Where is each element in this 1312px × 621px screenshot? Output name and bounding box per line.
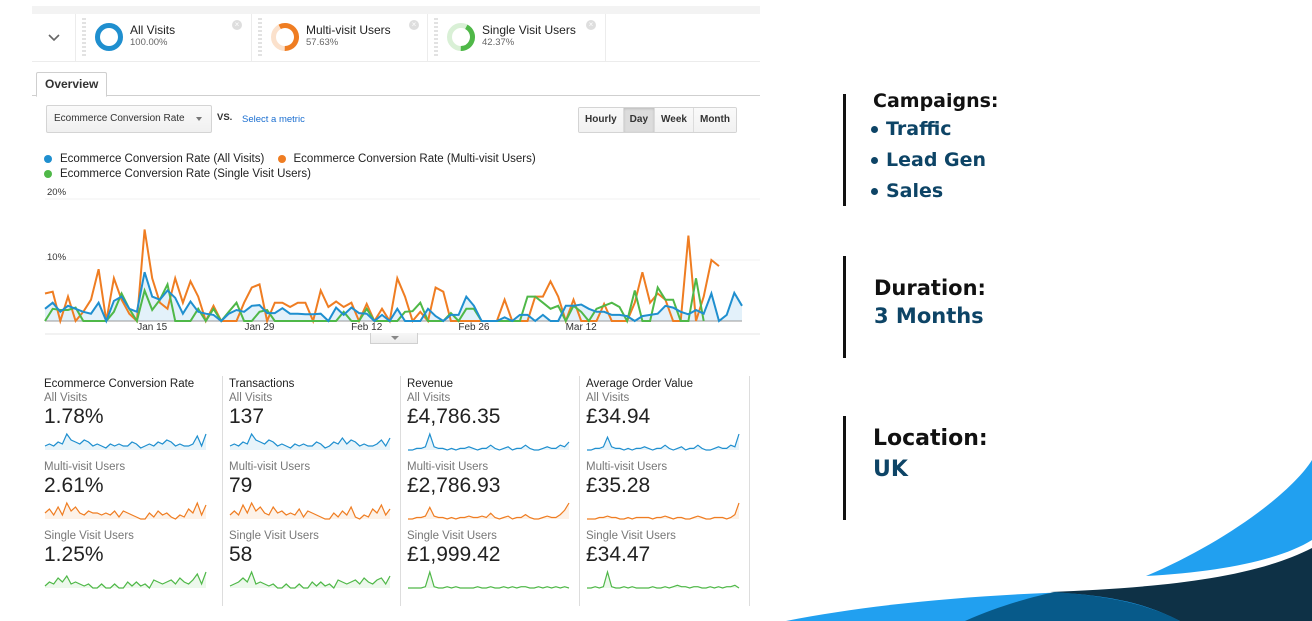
- decorative-waves: [786, 460, 1312, 621]
- wave-light-top: [1146, 460, 1312, 576]
